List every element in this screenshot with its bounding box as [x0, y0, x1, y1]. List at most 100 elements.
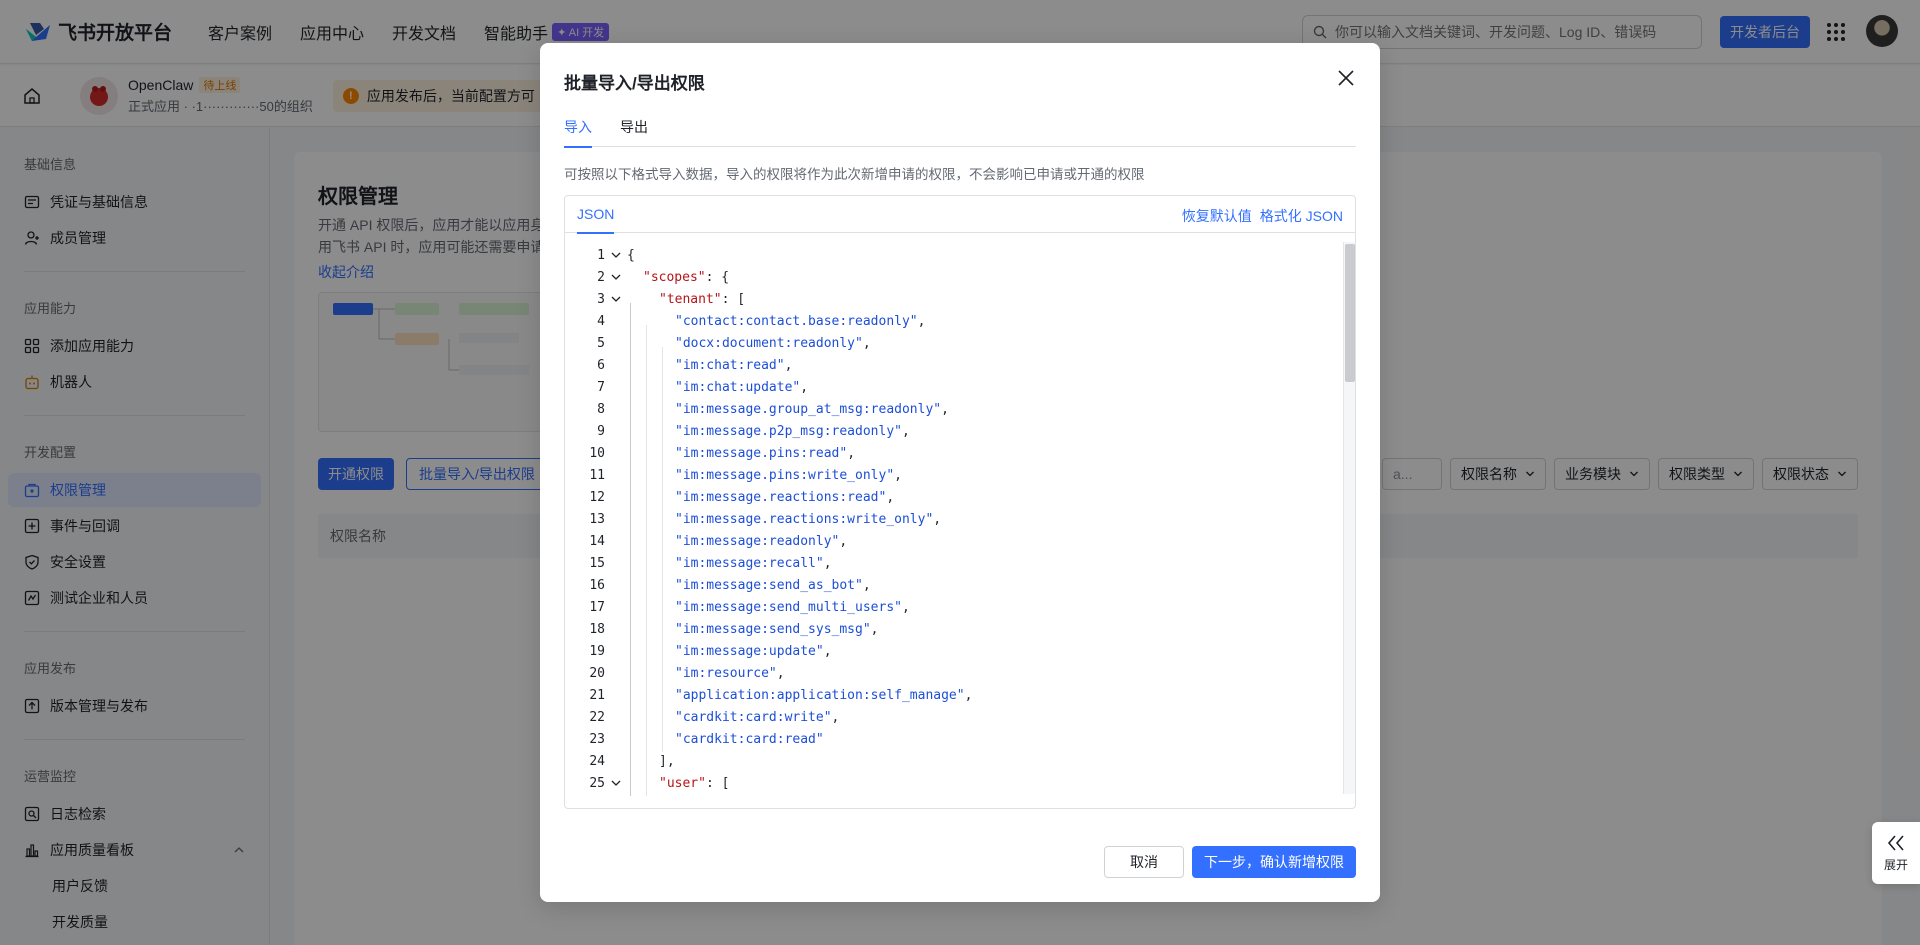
fold-gutter — [605, 442, 627, 464]
code-line: 11 "im:message.pins:write_only", — [565, 464, 1345, 486]
next-confirm-button[interactable]: 下一步，确认新增权限 — [1192, 846, 1356, 878]
code-line: 4 "contact:contact.base:readonly", — [565, 310, 1345, 332]
fold-gutter — [605, 706, 627, 728]
dialog-title: 批量导入/导出权限 — [564, 74, 705, 93]
editor-scrollbar[interactable] — [1343, 242, 1355, 794]
line-number: 10 — [589, 445, 605, 461]
close-icon[interactable] — [1335, 67, 1357, 89]
fold-gutter — [605, 684, 627, 706]
fold-gutter — [605, 530, 627, 552]
line-number: 20 — [589, 665, 605, 681]
line-number: 22 — [589, 709, 605, 725]
code-line: 21 "application:application:self_manage", — [565, 684, 1345, 706]
line-number: 8 — [597, 401, 605, 417]
code-text: "im:message:readonly", — [675, 533, 848, 549]
line-number: 17 — [589, 599, 605, 615]
fold-chevron-icon[interactable] — [605, 772, 627, 794]
code-line: 8 "im:message.group_at_msg:readonly", — [565, 398, 1345, 420]
code-line: 2 "scopes": { — [565, 266, 1345, 288]
code-line: 14 "im:message:readonly", — [565, 530, 1345, 552]
dialog-tabs: 导入 导出 — [564, 111, 1356, 148]
code-text: "im:message.pins:write_only", — [675, 467, 902, 483]
code-line: 5 "docx:document:readonly", — [565, 332, 1345, 354]
tab-export[interactable]: 导出 — [620, 111, 648, 147]
fold-gutter — [605, 376, 627, 398]
code-line: 16 "im:message:send_as_bot", — [565, 574, 1345, 596]
scrollbar-thumb[interactable] — [1345, 244, 1355, 382]
line-number: 19 — [589, 643, 605, 659]
batch-permission-dialog: 批量导入/导出权限 导入 导出 可按照以下格式导入数据，导入的权限将作为此次新增… — [540, 43, 1380, 902]
line-number: 4 — [597, 313, 605, 329]
line-number: 21 — [589, 687, 605, 703]
line-number: 25 — [589, 775, 605, 791]
code-text: "im:resource", — [675, 665, 785, 681]
code-text: "docx:document:readonly", — [675, 335, 871, 351]
code-line: 10 "im:message.pins:read", — [565, 442, 1345, 464]
line-number: 3 — [597, 291, 605, 307]
fold-gutter — [605, 310, 627, 332]
fold-gutter — [605, 728, 627, 750]
line-number: 5 — [597, 335, 605, 351]
code-line: 7 "im:chat:update", — [565, 376, 1345, 398]
code-line: 15 "im:message:recall", — [565, 552, 1345, 574]
code-text: { — [627, 247, 635, 263]
line-number: 9 — [597, 423, 605, 439]
code-line: 13 "im:message.reactions:write_only", — [565, 508, 1345, 530]
code-line: 18 "im:message:send_sys_msg", — [565, 618, 1345, 640]
tab-import[interactable]: 导入 — [564, 111, 592, 148]
code-text: "tenant": [ — [659, 291, 746, 307]
code-text: "im:chat:update", — [675, 379, 809, 395]
code-text: "user": [ — [659, 775, 730, 791]
code-line: 9 "im:message.p2p_msg:readonly", — [565, 420, 1345, 442]
line-number: 2 — [597, 269, 605, 285]
editor-toolbar: JSON 恢复默认值 格式化 JSON — [565, 196, 1355, 234]
line-number: 6 — [597, 357, 605, 373]
code-text: "contact:contact.base:readonly", — [675, 313, 926, 329]
fold-gutter — [605, 618, 627, 640]
format-json-button[interactable]: 格式化 JSON — [1260, 206, 1343, 226]
cancel-button[interactable]: 取消 — [1104, 846, 1184, 878]
restore-default-button[interactable]: 恢复默认值 — [1182, 206, 1252, 226]
line-number: 16 — [589, 577, 605, 593]
fold-gutter — [605, 750, 627, 772]
import-hint: 可按照以下格式导入数据，导入的权限将作为此次新增申请的权限，不会影响已申请或开通… — [564, 167, 1145, 182]
fold-gutter — [605, 508, 627, 530]
code-text: ], — [659, 753, 675, 769]
fold-gutter — [605, 464, 627, 486]
code-text: "im:chat:read", — [675, 357, 793, 373]
code-text: "im:message.p2p_msg:readonly", — [675, 423, 910, 439]
editor-tab-json[interactable]: JSON — [577, 196, 615, 234]
code-text: "im:message.group_at_msg:readonly", — [675, 401, 949, 417]
code-text: "im:message.reactions:read", — [675, 489, 895, 505]
code-area[interactable]: 1{2 "scopes": {3 "tenant": [4 "contact:cont… — [565, 244, 1345, 796]
code-line: 22 "cardkit:card:write", — [565, 706, 1345, 728]
line-number: 13 — [589, 511, 605, 527]
fold-gutter — [605, 420, 627, 442]
fold-gutter — [605, 332, 627, 354]
code-text: "im:message:recall", — [675, 555, 832, 571]
fold-chevron-icon[interactable] — [605, 266, 627, 288]
code-text: "im:message:update", — [675, 643, 832, 659]
code-line: 12 "im:message.reactions:read", — [565, 486, 1345, 508]
line-number: 15 — [589, 555, 605, 571]
expand-label: 展开 — [1883, 857, 1908, 872]
code-line: 3 "tenant": [ — [565, 288, 1345, 310]
code-line: 1{ — [565, 244, 1345, 266]
code-text: "im:message:send_as_bot", — [675, 577, 871, 593]
code-line: 23 "cardkit:card:read" — [565, 728, 1345, 750]
line-number: 14 — [589, 533, 605, 549]
line-number: 1 — [597, 247, 605, 263]
fold-chevron-icon[interactable] — [605, 244, 627, 266]
code-text: "im:message:send_sys_msg", — [675, 621, 879, 637]
code-line: 19 "im:message:update", — [565, 640, 1345, 662]
code-text: "im:message.pins:read", — [675, 445, 856, 461]
fold-gutter — [605, 398, 627, 420]
fold-chevron-icon[interactable] — [605, 288, 627, 310]
code-text: "cardkit:card:write", — [675, 709, 840, 725]
code-line: 6 "im:chat:read", — [565, 354, 1345, 376]
expand-panel-button[interactable]: 展开 — [1872, 822, 1920, 884]
code-text: "scopes": { — [643, 269, 730, 285]
fold-gutter — [605, 552, 627, 574]
code-line: 25 "user": [ — [565, 772, 1345, 794]
double-chevron-left-icon — [1887, 834, 1904, 851]
